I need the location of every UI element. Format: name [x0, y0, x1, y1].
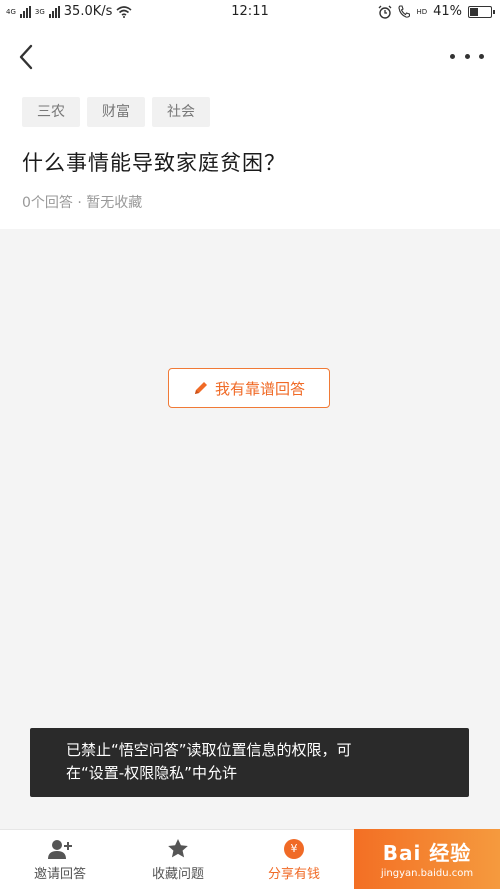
tag-shehui[interactable]: 社会 — [152, 97, 210, 127]
battery-fill — [470, 7, 479, 16]
pencil-icon — [194, 382, 207, 394]
invite-answer-button[interactable]: 邀请回答 — [0, 830, 120, 889]
status-bar: 4G 3G 35.0K/s 12:11 HD 41% — [0, 0, 500, 26]
hd-label: HD — [416, 7, 428, 16]
back-button[interactable] — [14, 42, 38, 72]
add-user-icon — [48, 839, 72, 859]
signal-icon-2 — [48, 5, 60, 18]
tag-caifu[interactable]: 财富 — [87, 97, 145, 127]
baidu-jingyan-watermark: Bai 经验 jingyan.baidu.com — [354, 829, 500, 889]
screen: 4G 3G 35.0K/s 12:11 HD 41% 三农 财富 社会 什么事情… — [0, 0, 500, 889]
status-left: 4G 3G 35.0K/s — [6, 4, 132, 19]
network-type-label-2: 3G — [34, 7, 45, 16]
collect-question-label: 收藏问题 — [151, 867, 204, 882]
answer-button-label: 我有靠谱回答 — [214, 379, 305, 398]
tag-list: 三农 财富 社会 — [22, 97, 210, 127]
collect-question-button[interactable]: 收藏问题 — [118, 830, 238, 889]
phone-icon — [398, 5, 411, 18]
wifi-icon — [116, 5, 132, 18]
question-meta: 0个回答 · 暂无收藏 — [22, 195, 143, 211]
back-arrow-icon — [19, 44, 33, 70]
network-type-label: 4G — [6, 7, 16, 16]
battery-percent: 41% — [433, 4, 462, 19]
question-panel: 三农 财富 社会 什么事情能导致家庭贫困？ 0个回答 · 暂无收藏 — [0, 26, 500, 229]
tag-sannong[interactable]: 三农 — [22, 97, 80, 127]
share-money-button[interactable]: ¥ 分享有钱 — [234, 830, 354, 889]
battery-icon — [468, 5, 495, 18]
alarm-icon — [378, 5, 392, 19]
permission-toast: 已禁止“悟空问答”读取位置信息的权限，可 在“设置-权限隐私”中允许 — [30, 728, 469, 797]
more-dot-icon — [464, 53, 470, 59]
more-dot-icon — [479, 53, 484, 59]
more-button[interactable] — [450, 50, 484, 62]
status-right: HD 41% — [378, 4, 495, 19]
toast-line-2: 在“设置-权限隐私”中允许 — [66, 764, 237, 782]
watermark-url: jingyan.baidu.com — [380, 868, 474, 879]
star-icon — [168, 839, 188, 858]
invite-answer-label: 邀请回答 — [33, 866, 86, 882]
toast-line-1: 已禁止“悟空问答”读取位置信息的权限，可 — [66, 741, 352, 759]
more-dot-icon — [450, 53, 455, 59]
share-money-label: 分享有钱 — [267, 866, 320, 882]
answer-button[interactable]: 我有靠谱回答 — [168, 368, 330, 408]
watermark-logo-text: Bai 经验 — [382, 841, 472, 865]
signal-icon — [19, 5, 31, 18]
question-title: 什么事情能导致家庭贫困？ — [22, 151, 286, 175]
coin-icon: ¥ — [284, 838, 304, 859]
network-speed: 35.0K/s — [63, 4, 113, 19]
